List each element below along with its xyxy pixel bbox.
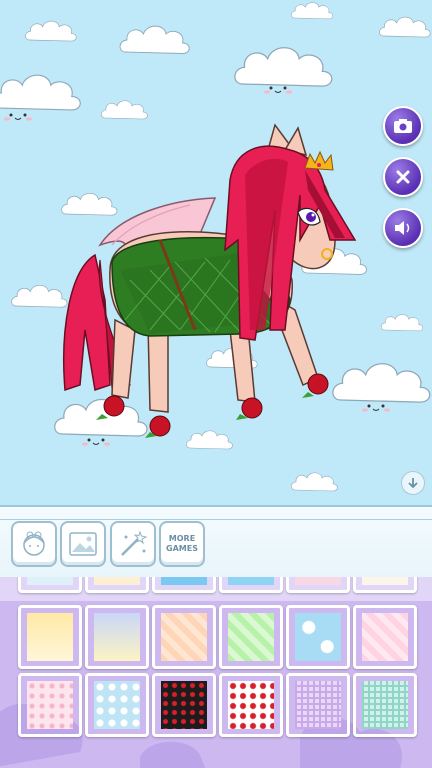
camera-button[interactable] <box>383 106 423 146</box>
more-games-label: MORE GAMES <box>166 534 198 553</box>
background-swatch[interactable] <box>18 605 82 669</box>
cloud <box>11 284 68 308</box>
pony-character <box>63 123 357 438</box>
cloud <box>186 430 233 450</box>
background-swatch[interactable] <box>18 673 82 737</box>
cloud <box>332 363 431 403</box>
background-swatch[interactable] <box>152 605 216 669</box>
cloud <box>119 25 190 54</box>
background-swatch[interactable] <box>18 577 82 593</box>
category-toolbar: MORE GAMES <box>0 505 432 579</box>
background-swatch[interactable] <box>219 673 283 737</box>
cloud <box>290 2 334 20</box>
background-swatch[interactable] <box>85 605 149 669</box>
character-tool[interactable] <box>11 521 57 567</box>
download-button[interactable] <box>401 471 425 495</box>
background-swatch[interactable] <box>353 605 417 669</box>
magic-wand-icon <box>121 530 148 556</box>
effects-tool[interactable] <box>110 521 156 567</box>
sound-button[interactable] <box>383 208 423 248</box>
picture-icon <box>69 532 97 556</box>
sky-background <box>0 2 431 492</box>
game-scene <box>0 0 432 505</box>
background-swatch[interactable] <box>286 577 350 593</box>
background-swatch[interactable] <box>286 673 350 737</box>
cloud <box>380 314 424 332</box>
cloud <box>291 472 338 492</box>
background-swatch[interactable] <box>85 673 149 737</box>
background-swatch[interactable] <box>286 605 350 669</box>
cloud <box>61 192 118 216</box>
close-icon <box>396 170 410 184</box>
cloud <box>25 20 77 42</box>
background-swatch[interactable] <box>219 605 283 669</box>
rose-decoration <box>236 397 263 420</box>
girl-face-icon <box>23 531 45 556</box>
background-options-panel <box>0 577 432 768</box>
cloud <box>0 74 81 111</box>
background-swatch[interactable] <box>353 577 417 593</box>
speaker-icon <box>395 221 410 235</box>
cloud <box>234 47 333 87</box>
more-games-tool[interactable]: MORE GAMES <box>159 521 205 567</box>
close-button[interactable] <box>383 157 423 197</box>
background-tool[interactable] <box>60 521 106 567</box>
background-swatch[interactable] <box>219 577 283 593</box>
cloud <box>379 16 431 38</box>
background-swatch[interactable] <box>152 673 216 737</box>
toolbar-divider <box>0 519 432 520</box>
camera-icon <box>394 119 412 133</box>
background-swatch[interactable] <box>353 673 417 737</box>
rose-decoration <box>145 415 171 438</box>
cloud <box>101 100 148 120</box>
background-swatch[interactable] <box>85 577 149 593</box>
download-arrow-icon <box>408 478 418 489</box>
background-swatch[interactable] <box>152 577 216 593</box>
